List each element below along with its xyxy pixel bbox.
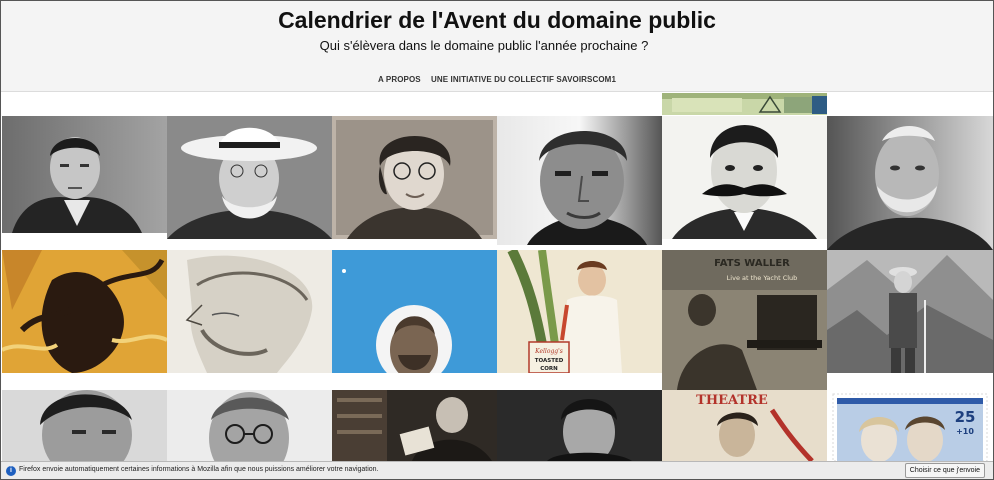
page: Calendrier de l'Avent du domaine public … (0, 0, 994, 480)
tile-man-moustache-engraving[interactable] (662, 116, 827, 239)
main-nav: A PROPOS UNE INITIATIVE DU COLLECTIF SAV… (1, 75, 993, 84)
tile-old-man-beard[interactable] (827, 116, 993, 250)
stamp-surcharge: +10 (956, 427, 974, 436)
svg-text:Kellogg's: Kellogg's (534, 348, 563, 355)
tile-fats-waller-album[interactable]: FATS WALLER Live at the Yacht Club (662, 250, 827, 390)
tile-man-reading[interactable] (332, 390, 497, 461)
tile-woman-glasses[interactable] (332, 116, 497, 239)
tile-banknote-strip[interactable] (662, 93, 827, 115)
tile-hiker-mountain[interactable] (827, 250, 993, 373)
site-header: Calendrier de l'Avent du domaine public … (1, 1, 993, 92)
telemetry-notification-bar: i Firefox envoie automatiquement certain… (1, 461, 993, 479)
notification-text: Firefox envoie automatiquement certaines… (19, 466, 379, 473)
tile-portrait-young-man[interactable] (2, 116, 167, 233)
info-icon: i (6, 466, 16, 476)
tile-sketch-profile[interactable] (167, 250, 332, 373)
stamp-value: 25 (955, 408, 976, 426)
tile-dancer-poster[interactable] (2, 250, 167, 373)
tile-stamp[interactable]: 25 +10 (827, 390, 993, 461)
tile-kelloggs-ad[interactable]: Kellogg's TOASTED CORN (497, 250, 662, 373)
svg-text:CORN: CORN (540, 366, 558, 372)
tile-theatre-poster[interactable]: THEATRE (662, 390, 827, 461)
tile-man-slick-hair[interactable] (2, 390, 167, 461)
album-subtitle: Live at the Yacht Club (727, 274, 798, 282)
nav-initiative[interactable]: UNE INITIATIVE DU COLLECTIF SAVOIRSCOM1 (431, 75, 616, 84)
svg-text:TOASTED: TOASTED (535, 358, 564, 364)
page-title: Calendrier de l'Avent du domaine public (278, 7, 716, 33)
choose-data-button[interactable]: Choisir ce que j'envoie (904, 463, 985, 478)
album-title: FATS WALLER (714, 258, 790, 269)
tile-blue-book-cover[interactable] (332, 250, 497, 373)
tile-man-pince-nez[interactable] (167, 390, 332, 461)
theatre-title: THEATRE (696, 393, 768, 408)
tile-man-hat[interactable] (167, 116, 332, 239)
tile-young-man-dark[interactable] (497, 390, 662, 461)
nav-about[interactable]: A PROPOS (378, 75, 421, 84)
tile-man-closeup[interactable] (497, 116, 662, 245)
page-subtitle: Qui s'élèvera dans le domaine public l'a… (319, 38, 649, 53)
